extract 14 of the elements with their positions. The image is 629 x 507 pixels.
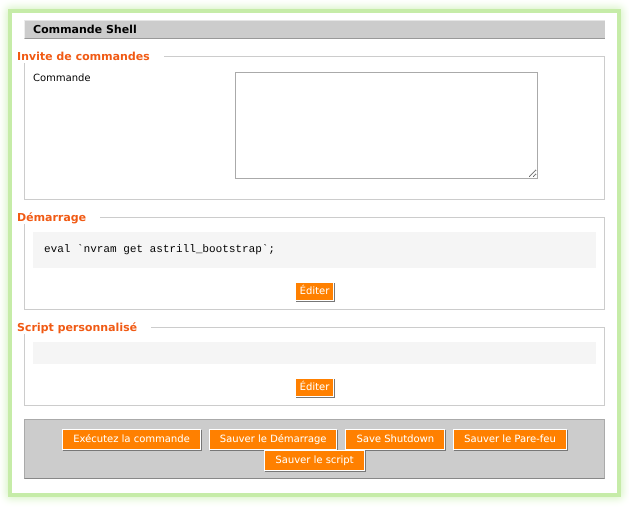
command-input-field[interactable] xyxy=(235,72,538,179)
section-legend: Script personnalisé xyxy=(17,321,152,334)
action-button[interactable]: Save Shutdown xyxy=(345,429,446,450)
action-button[interactable]: Exécutez la commande xyxy=(62,429,201,450)
action-button[interactable]: Sauver le Démarrage xyxy=(208,429,338,450)
edit-button[interactable]: Éditer xyxy=(294,282,334,301)
field-label: Commande xyxy=(33,73,92,86)
page-title: Commande Shell xyxy=(24,20,605,39)
code-text: eval `nvram get astrill_bootstrap`; xyxy=(44,244,276,256)
section-legend: Démarrage xyxy=(17,211,100,224)
action-button[interactable]: Sauver le script xyxy=(264,450,365,471)
edit-button[interactable]: Éditer xyxy=(294,378,334,397)
section-legend: Invite de commandes xyxy=(17,50,164,63)
action-button[interactable]: Sauver le Pare-feu xyxy=(453,429,567,450)
